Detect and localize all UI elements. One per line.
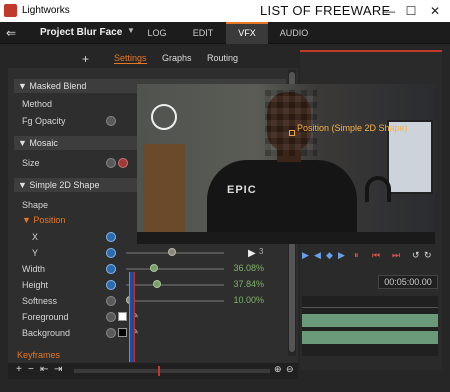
- zoom-out-icon[interactable]: ⊖: [286, 364, 294, 375]
- transport-btn-6[interactable]: ⏮: [372, 250, 380, 261]
- undo-icon[interactable]: ↺: [412, 250, 420, 261]
- prev-keyframe-button[interactable]: ⇤: [40, 364, 48, 375]
- background-color-swatch[interactable]: [118, 328, 127, 337]
- timecode-display[interactable]: 00:05:00.00: [378, 275, 438, 289]
- zoom-in-icon[interactable]: ⊕: [274, 364, 282, 375]
- close-button[interactable]: ✕: [424, 2, 446, 20]
- tab-audio[interactable]: AUDIO: [274, 22, 314, 44]
- height-slider-thumb[interactable]: [153, 280, 161, 288]
- width-keyframe-icon[interactable]: [106, 264, 116, 274]
- softness-slider-track[interactable]: [126, 300, 224, 302]
- tab-settings[interactable]: Settings: [114, 53, 147, 64]
- softness-keyframe-icon[interactable]: [106, 296, 116, 306]
- tab-routing[interactable]: Routing: [207, 53, 238, 63]
- position-overlay-label: Position (Simple 2D Shape): [297, 123, 408, 133]
- tab-edit[interactable]: EDIT: [184, 22, 222, 44]
- width-slider-thumb[interactable]: [150, 264, 158, 272]
- window-caption: LIST OF FREEWARE: [260, 3, 391, 18]
- title-bar: Lightworks LIST OF FREEWARE — ☐ ✕: [0, 0, 450, 22]
- video-wall-circle: [151, 104, 177, 130]
- playhead-line: [134, 272, 135, 362]
- minimize-button[interactable]: —: [378, 2, 400, 20]
- app-window: Lightworks LIST OF FREEWARE — ☐ ✕ ⇐ Proj…: [0, 0, 450, 392]
- track-clip-1[interactable]: [302, 314, 438, 327]
- keyframe-timeline[interactable]: [74, 369, 270, 373]
- track-clip-2[interactable]: [302, 331, 438, 344]
- softness-value[interactable]: 10.00%: [214, 295, 264, 305]
- exit-icon[interactable]: ⇐: [6, 26, 22, 40]
- top-nav: ⇐ Project Blur Face ▼ LOG EDIT VFX AUDIO: [0, 22, 450, 44]
- keyframes-label: Keyframes: [17, 350, 61, 360]
- width-value[interactable]: 36.08%: [214, 263, 264, 273]
- y-kf-count: 3: [259, 247, 264, 256]
- height-keyframe-icon[interactable]: [106, 280, 116, 290]
- transport-btn-2[interactable]: ◀: [314, 250, 321, 261]
- play-icon[interactable]: ▶: [248, 248, 256, 259]
- foreground-color-swatch[interactable]: [118, 312, 127, 321]
- redo-icon[interactable]: ↻: [424, 250, 432, 261]
- app-title: Lightworks: [22, 5, 70, 16]
- timeline-ruler[interactable]: [302, 298, 438, 308]
- y-keyframe-icon[interactable]: [106, 248, 116, 258]
- tab-vfx[interactable]: VFX: [226, 22, 268, 44]
- fg-opacity-keyframe-icon[interactable]: [106, 116, 116, 126]
- height-slider-track[interactable]: [126, 284, 224, 286]
- foreground-keyframe-icon[interactable]: [106, 312, 116, 322]
- transport-btn-3[interactable]: ◆: [326, 250, 333, 261]
- video-door: [143, 144, 185, 240]
- project-dropdown-icon[interactable]: ▼: [127, 26, 135, 35]
- remove-keyframe-button[interactable]: −: [28, 364, 34, 375]
- row-background-label: Background: [22, 328, 71, 338]
- transport-btn-4[interactable]: ▶: [338, 250, 345, 261]
- next-keyframe-button[interactable]: ⇥: [54, 364, 62, 375]
- background-keyframe-icon[interactable]: [106, 328, 116, 338]
- keyframe-bar: + − ⇤ ⇥ ⊕ ⊖: [8, 363, 298, 379]
- keyframe-marker[interactable]: [158, 366, 160, 376]
- maximize-button[interactable]: ☐: [400, 2, 422, 20]
- transport-btn-1[interactable]: ▶: [302, 250, 309, 261]
- size-reset-icon[interactable]: [118, 158, 128, 168]
- size-keyframe-icon[interactable]: [106, 158, 116, 168]
- x-keyframe-icon[interactable]: [106, 232, 116, 242]
- tab-log[interactable]: LOG: [140, 22, 174, 44]
- tab-graphs[interactable]: Graphs: [162, 53, 192, 63]
- video-headphones: [365, 176, 391, 202]
- position-handle[interactable]: [289, 130, 295, 136]
- video-desk: [137, 232, 435, 244]
- panel-subtabs: + Settings Graphs Routing: [8, 50, 298, 68]
- app-logo-icon: [4, 4, 17, 17]
- row-foreground-label: Foreground: [22, 312, 69, 322]
- transport-btn-5[interactable]: ⏸: [354, 250, 359, 261]
- shirt-text: EPIC: [227, 184, 257, 196]
- add-keyframe-button[interactable]: +: [16, 364, 22, 375]
- project-name[interactable]: Project Blur Face: [40, 27, 122, 38]
- viewer-top-accent: [300, 50, 442, 52]
- transport-btn-7[interactable]: ⏭: [392, 250, 400, 261]
- timeline-tracks[interactable]: [302, 296, 438, 356]
- add-effect-button[interactable]: +: [82, 52, 89, 66]
- video-viewer[interactable]: EPIC Position (Simple 2D Shape): [137, 84, 435, 244]
- y-slider-thumb[interactable]: [168, 248, 176, 256]
- width-slider-track[interactable]: [126, 268, 224, 270]
- transport-controls: ▶ ◀ ◆ ▶ ⏸ ⏮ ⏭ ↺ ↻: [302, 250, 442, 264]
- height-value[interactable]: 37.84%: [214, 279, 264, 289]
